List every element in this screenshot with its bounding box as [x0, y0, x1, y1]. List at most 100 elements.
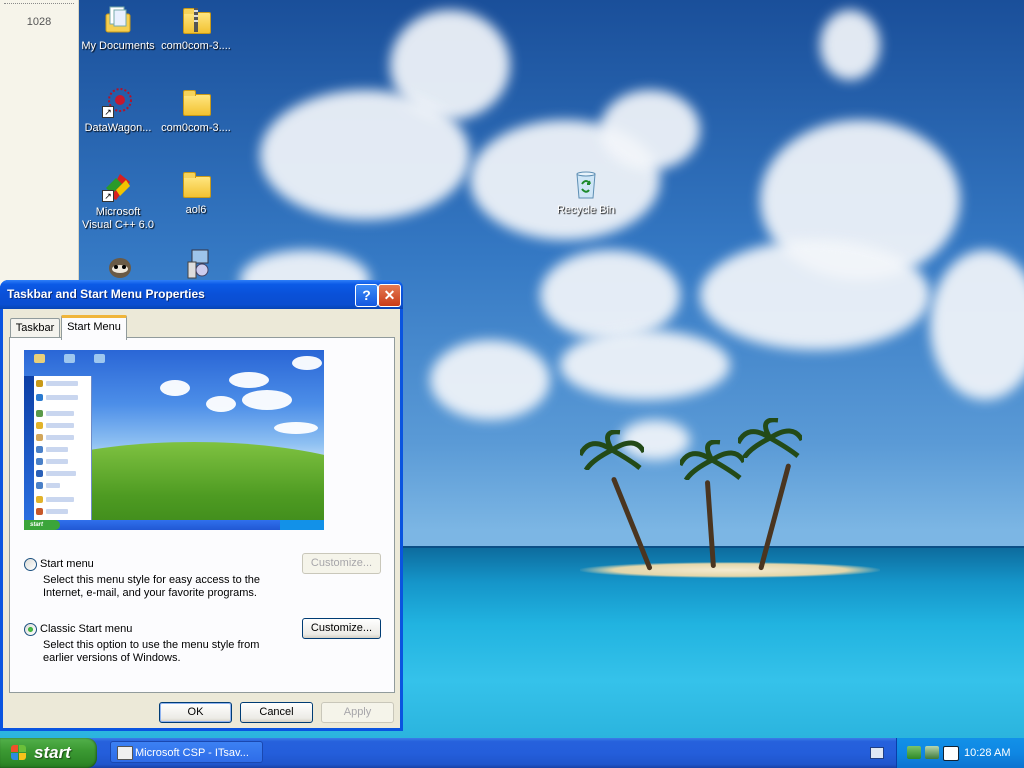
help-button[interactable]: ? [355, 284, 378, 307]
close-button[interactable]: ✕ [378, 284, 401, 307]
cloud [930, 250, 1024, 400]
start-button[interactable]: start [0, 738, 97, 768]
preview-menu-row [46, 395, 78, 400]
preview-start-menu [24, 376, 92, 521]
classic-start-menu-option-label[interactable]: Classic Start menu [40, 623, 132, 635]
preview-menu-icon [36, 380, 43, 387]
apply-button[interactable]: Apply [321, 702, 394, 723]
desktop-icon-datawagon[interactable]: ↗ DataWagon... [80, 86, 156, 135]
preview-start-button: start [24, 520, 60, 530]
strip-number: 1028 [26, 16, 52, 28]
palm-leaves [738, 418, 802, 458]
preview-cloud [206, 396, 236, 412]
dialog-title: Taskbar and Start Menu Properties [7, 287, 205, 301]
dialog-titlebar[interactable]: Taskbar and Start Menu Properties ? ✕ [0, 280, 403, 309]
shortcut-arrow-icon: ↗ [102, 190, 114, 202]
window-app-icon [117, 746, 133, 760]
preview-menu-row [46, 483, 60, 488]
preview-menu-row [46, 497, 74, 502]
palm-leaves [680, 440, 744, 480]
side-gadget-strip: 1028 [0, 0, 79, 300]
desktop-icon-com0com-folder[interactable]: com0com-3.... [158, 86, 234, 135]
preview-cloud [274, 422, 318, 434]
preview-cloud [160, 380, 190, 396]
palm-leaves [580, 430, 644, 470]
start-menu-customize-button[interactable]: Customize... [302, 553, 381, 574]
preview-taskbar [24, 520, 324, 530]
preview-cloud [242, 390, 292, 410]
preview-menu-icon [36, 410, 43, 417]
preview-tray [280, 520, 324, 530]
keyboard-icon[interactable] [870, 747, 884, 759]
desktop-icon-visual-cpp[interactable]: ↗ Microsoft Visual C++ 6.0 [80, 170, 156, 232]
desktop-icon-my-documents[interactable]: My Documents [80, 4, 156, 53]
preview-menu-row [46, 381, 78, 386]
computer-setup-icon [180, 248, 212, 280]
preview-menu-icon [36, 458, 43, 465]
taskbar-item-label: Microsoft CSP - ITsav... [135, 747, 249, 759]
preview-menu-row [46, 471, 76, 476]
shortcut-arrow-icon: ↗ [102, 106, 114, 118]
desktop-icon-label: com0com-3.... [161, 40, 231, 52]
network-tray-icon[interactable] [907, 746, 921, 759]
preview-menu-strip [24, 376, 34, 521]
cloud [260, 90, 470, 220]
preview-menu-icon [36, 508, 43, 515]
clock[interactable]: 10:28 AM [964, 738, 1010, 768]
start-button-label: start [34, 743, 71, 762]
classic-start-menu-option-description: Select this option to use the menu style… [43, 639, 260, 664]
preview-desktop-icon [64, 354, 75, 363]
windows-flag-icon [11, 745, 27, 761]
zip-folder-icon [180, 4, 212, 36]
tab-taskbar[interactable]: Taskbar [10, 318, 60, 337]
security-tray-icon[interactable] [925, 746, 939, 759]
raccoon-icon [102, 250, 134, 282]
desktop-icon-label: aol6 [185, 204, 207, 216]
preview-desktop-icon [94, 354, 105, 363]
preview-menu-row [46, 447, 68, 452]
cloud [540, 250, 680, 340]
desktop-icon-aol6[interactable]: aol6 [158, 168, 234, 217]
preview-cloud [229, 372, 269, 388]
preview-cloud [292, 356, 322, 370]
start-menu-preview-image: start [24, 350, 324, 530]
preview-menu-row [46, 423, 74, 428]
preview-menu-icon [36, 446, 43, 453]
preview-desktop-icon [34, 354, 45, 363]
cloud [560, 330, 730, 400]
start-menu-option-label[interactable]: Start menu [40, 558, 94, 570]
classic-customize-button[interactable]: Customize... [302, 618, 381, 639]
preview-menu-icon [36, 482, 43, 489]
preview-menu-row [46, 509, 68, 514]
datawagon-icon: ↗ [102, 86, 134, 118]
preview-menu-row [46, 435, 74, 440]
alert-tray-icon[interactable] [943, 746, 959, 761]
desktop-icon-label: DataWagon... [84, 122, 152, 134]
preview-menu-icon [36, 496, 43, 503]
island-sand [580, 562, 880, 578]
visual-cpp-icon: ↗ [102, 170, 134, 202]
cancel-button[interactable]: Cancel [240, 702, 313, 723]
desktop-icon-label: My Documents [81, 40, 155, 52]
desktop-icon-recycle-bin[interactable]: Recycle Bin [548, 168, 624, 217]
my-documents-icon [102, 4, 134, 36]
strip-grip [4, 3, 74, 8]
desktop-icon-com0com-zip[interactable]: com0com-3.... [158, 4, 234, 53]
start-menu-option-description: Select this menu style for easy access t… [43, 574, 261, 599]
preview-menu-row [46, 411, 74, 416]
cloud [820, 10, 880, 80]
ok-button[interactable]: OK [159, 702, 232, 723]
preview-menu-icon [36, 470, 43, 477]
preview-menu-row [46, 459, 68, 464]
folder-icon [180, 168, 212, 200]
start-menu-radio[interactable] [24, 558, 37, 571]
preview-menu-icon [36, 434, 43, 441]
classic-start-menu-radio[interactable] [24, 623, 37, 636]
folder-icon [180, 86, 212, 118]
desktop-icon-label: Microsoft Visual C++ 6.0 [82, 206, 154, 231]
tab-start-menu[interactable]: Start Menu [61, 315, 127, 340]
cloud [600, 90, 700, 170]
start-menu-tab-panel: start Start menu Select this menu style … [9, 337, 395, 693]
desktop-icon-network-setup[interactable] [158, 248, 234, 284]
taskbar-item-microsoft-csp[interactable]: Microsoft CSP - ITsav... [110, 741, 263, 763]
